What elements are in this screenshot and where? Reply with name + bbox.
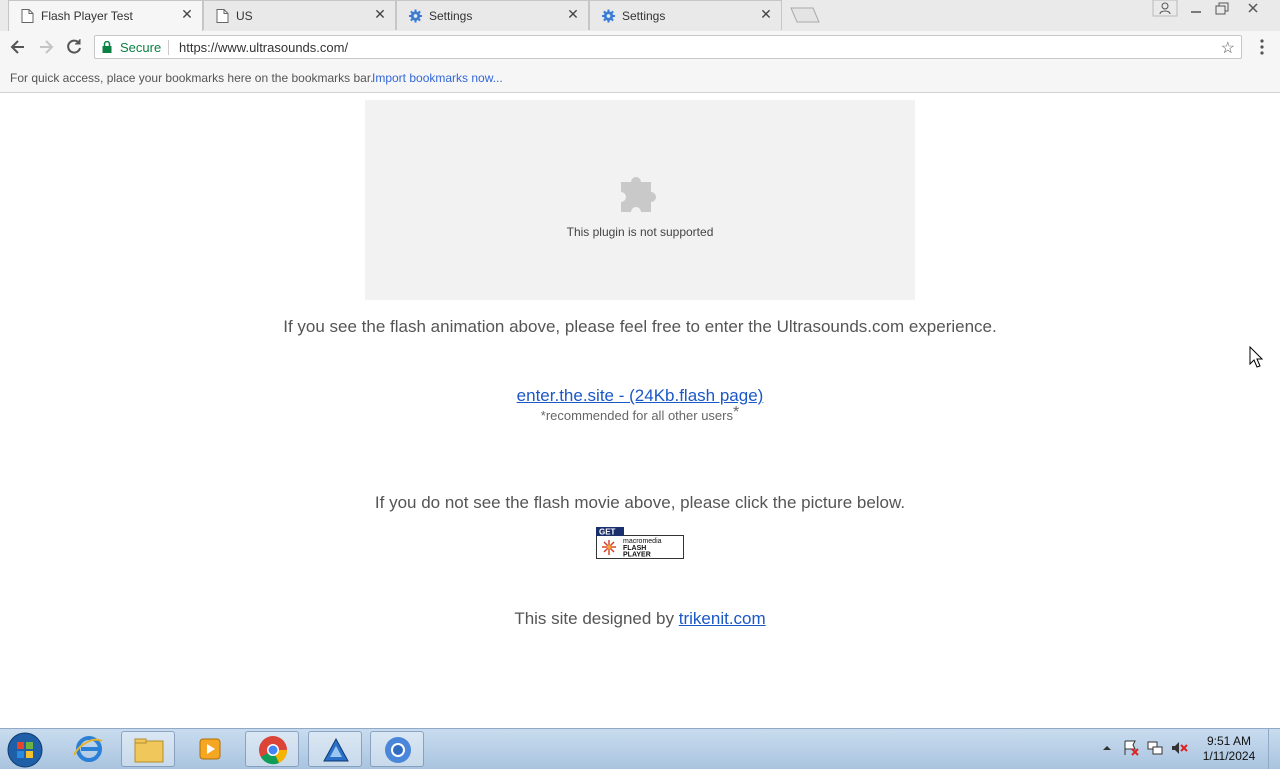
new-tab-button[interactable] [790, 7, 820, 23]
puzzle-piece-icon [621, 177, 656, 212]
chromium-icon [385, 737, 411, 763]
omnibox-separator [168, 40, 169, 55]
designed-by-row: This site designed by trikenit.com [0, 609, 1280, 629]
recommended-note: *recommended for all other users* [0, 405, 1280, 424]
bookmark-star-icon[interactable]: ☆ [1221, 38, 1235, 58]
bookmarks-bar: For quick access, place your bookmarks h… [0, 63, 1280, 93]
internet-explorer-taskbar-button[interactable] [62, 731, 116, 767]
recommended-text: *recommended for all other users [540, 408, 733, 423]
folder-icon [134, 738, 164, 763]
secure-label: Secure [120, 40, 162, 55]
back-icon[interactable] [8, 37, 28, 57]
media-player-icon [199, 738, 221, 760]
enter-site-row: enter.the.site - (24Kb.flash page) [0, 386, 1280, 406]
page-icon [216, 9, 229, 23]
page-content: This plugin is not supported If you see … [0, 93, 1280, 728]
tab-us[interactable]: US ✕ [203, 0, 396, 30]
badge-macromedia-text: macromedia [623, 538, 662, 545]
windows-start-icon[interactable] [6, 731, 44, 769]
internet-explorer-icon [73, 736, 103, 762]
show-desktop-button[interactable] [1268, 729, 1280, 769]
app-taskbar-button[interactable] [308, 731, 362, 767]
get-flash-player-badge[interactable]: GET macromedia FLASH PLAYER [596, 527, 684, 559]
gear-icon [409, 9, 422, 23]
plugin-not-supported-text: This plugin is not supported [566, 225, 714, 239]
forward-icon[interactable] [36, 37, 56, 57]
tab-flash-player-test[interactable]: Flash Player Test ✕ [8, 0, 203, 31]
menu-icon[interactable] [1254, 37, 1270, 57]
import-bookmarks-link[interactable]: Import bookmarks now... [372, 71, 503, 85]
reload-icon[interactable] [64, 37, 84, 57]
plugin-placeholder: This plugin is not supported [365, 100, 915, 300]
bookmarks-hint: For quick access, place your bookmarks h… [10, 71, 374, 85]
close-icon[interactable]: ✕ [373, 7, 387, 21]
badge-get-text: GET [599, 528, 616, 537]
action-center-icon[interactable] [1122, 739, 1140, 757]
tab-title: Settings [429, 9, 473, 23]
close-icon[interactable]: ✕ [566, 7, 580, 21]
gear-icon [602, 9, 615, 23]
tab-title: Flash Player Test [41, 9, 133, 23]
enter-site-link[interactable]: enter.the.site - (24Kb.flash page) [517, 386, 764, 405]
lock-icon [102, 41, 112, 53]
tab-strip: Flash Player Test ✕ US ✕ Settings ✕ Sett… [0, 0, 1280, 32]
intro-text: If you see the flash animation above, pl… [283, 317, 997, 336]
trikenit-link[interactable]: trikenit.com [679, 609, 766, 628]
volume-muted-icon[interactable] [1170, 739, 1188, 757]
designed-by-text: This site designed by [514, 609, 675, 628]
tab-settings-1[interactable]: Settings ✕ [396, 0, 589, 30]
triangle-app-icon [323, 737, 349, 762]
mouse-cursor-icon [1249, 346, 1263, 368]
address-bar[interactable]: Secure https://www.ultrasounds.com/ ☆ [94, 35, 1242, 59]
chrome-taskbar-button[interactable] [245, 731, 299, 767]
chromium-taskbar-button[interactable] [370, 731, 424, 767]
tab-title: Settings [622, 9, 666, 23]
user-profile-icon[interactable] [1152, 0, 1178, 18]
file-explorer-taskbar-button[interactable] [121, 731, 175, 767]
show-hidden-icons-icon[interactable] [1098, 739, 1116, 757]
close-icon[interactable]: ✕ [180, 7, 194, 21]
clock-time: 9:51 AM [1206, 734, 1252, 748]
clock-date: 1/11/2024 [1202, 749, 1256, 763]
restore-icon[interactable] [1208, 0, 1234, 18]
no-flash-text: If you do not see the flash movie above,… [374, 493, 906, 512]
minimize-icon[interactable] [1183, 0, 1209, 18]
close-icon[interactable]: ✕ [759, 7, 773, 21]
windows-taskbar: 9:51 AM 1/11/2024 [0, 728, 1280, 769]
page-icon [21, 9, 34, 23]
browser-toolbar: Secure https://www.ultrasounds.com/ ☆ [0, 31, 1280, 63]
tab-title: US [236, 9, 253, 23]
url-text[interactable]: https://www.ultrasounds.com/ [179, 40, 348, 55]
asterisk-mark: * [732, 404, 740, 421]
tab-settings-2[interactable]: Settings ✕ [589, 0, 782, 30]
badge-player-text: PLAYER [623, 552, 651, 559]
close-window-icon[interactable] [1240, 0, 1266, 18]
chrome-icon [259, 736, 288, 765]
flash-player-logo-icon: GET macromedia FLASH PLAYER [596, 527, 684, 559]
network-icon[interactable] [1146, 739, 1164, 757]
system-clock[interactable]: 9:51 AM 1/11/2024 [1196, 734, 1262, 764]
media-player-taskbar-button[interactable] [183, 731, 237, 767]
